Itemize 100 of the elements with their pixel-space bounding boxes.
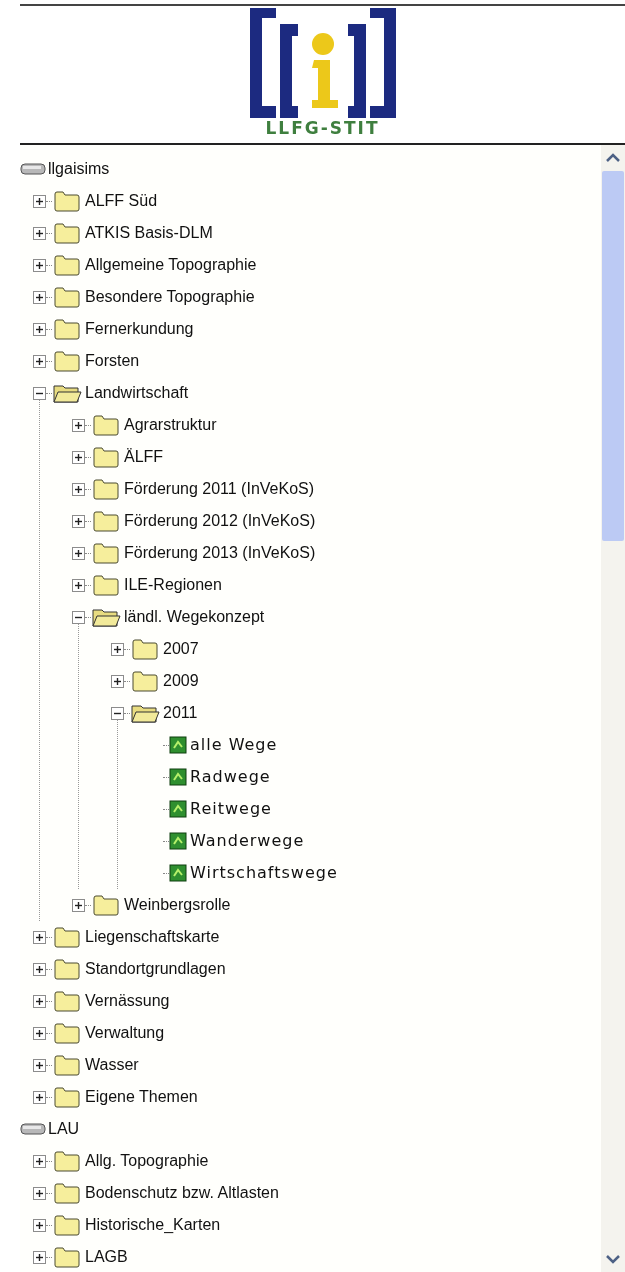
expand-icon[interactable] [33,1218,46,1232]
tree-item[interactable]: Historische_Karten [85,1215,221,1235]
tree-item[interactable]: Eigene Themen [85,1087,198,1107]
vertical-scrollbar[interactable] [601,145,625,1272]
tree-item[interactable]: Liegenschaftskarte [85,927,220,947]
folder-icon [91,478,121,500]
expand-icon[interactable] [72,898,85,912]
folder-icon [91,574,121,596]
scroll-down-icon[interactable] [603,1252,623,1266]
layer-icon [169,768,187,786]
layer-icon [169,736,187,754]
tree-item[interactable]: Agrarstruktur [124,415,217,435]
layer-icon [169,864,187,882]
folder-icon [52,190,82,212]
tree-item[interactable]: ALFF Süd [85,191,158,211]
folder-icon [91,414,121,436]
tree-item[interactable]: Verwaltung [85,1023,165,1043]
expand-icon[interactable] [33,1090,46,1104]
tree-item[interactable]: 2007 [163,639,199,659]
tree-item[interactable]: Förderung 2011 (InVeKoS) [124,479,315,499]
drive-icon [20,1122,46,1136]
expand-icon[interactable] [33,994,46,1008]
folder-icon [52,1086,82,1108]
folder-icon [52,1022,82,1044]
folder-icon [130,670,160,692]
tree-item[interactable]: Wasser [85,1055,139,1075]
folder-icon [130,638,160,660]
drive-icon [20,162,46,176]
logo-icon [247,8,398,118]
folder-icon [52,318,82,340]
expand-icon[interactable] [33,1154,46,1168]
collapse-icon[interactable] [72,610,85,624]
logo-caption: LLFG-STIT [265,118,380,138]
tree-item[interactable]: Standortgrundlagen [85,959,226,979]
folder-icon [52,1182,82,1204]
tree-item[interactable]: Fernerkundung [85,319,194,339]
tree-item[interactable]: Allg. Topographie [85,1151,209,1171]
tree-item[interactable]: LAGB [85,1247,128,1267]
folder-icon [52,286,82,308]
collapse-icon[interactable] [33,386,46,400]
tree-item[interactable]: Radwege [190,767,271,787]
expand-icon[interactable] [33,258,46,272]
folder-icon [91,446,121,468]
tree-item[interactable]: Allgemeine Topographie [85,255,257,275]
tree-item[interactable]: Wirtschaftswege [190,863,338,883]
scrollbar-thumb[interactable] [602,171,624,541]
tree-item[interactable]: Besondere Topographie [85,287,255,307]
open-folder-icon [52,382,82,404]
expand-icon[interactable] [111,674,124,688]
tree-item[interactable]: Reitwege [190,799,272,819]
layer-icon [169,832,187,850]
expand-icon[interactable] [72,514,85,528]
expand-icon[interactable] [111,642,124,656]
layer-icon [169,800,187,818]
tree-item[interactable]: ILE-Regionen [124,575,222,595]
expand-icon[interactable] [33,194,46,208]
expand-icon[interactable] [33,290,46,304]
open-folder-icon [91,606,121,628]
tree-item[interactable]: Förderung 2012 (InVeKoS) [124,511,316,531]
expand-icon[interactable] [33,1250,46,1264]
expand-icon[interactable] [33,322,46,336]
tree-item[interactable]: Vernässung [85,991,170,1011]
tree-item[interactable]: Wanderwege [190,831,305,851]
tree-item[interactable]: llgaisims [48,159,110,179]
tree-item[interactable]: 2009 [163,671,199,691]
expand-icon[interactable] [33,930,46,944]
folder-icon [52,254,82,276]
expand-icon[interactable] [72,482,85,496]
expand-icon[interactable] [33,226,46,240]
tree-item[interactable]: LAU [48,1119,80,1139]
folder-icon [52,1214,82,1236]
tree-item[interactable]: ländl. Wegekonzept [124,607,265,627]
expand-icon[interactable] [72,546,85,560]
expand-icon[interactable] [72,578,85,592]
tree-item[interactable]: Bodenschutz bzw. Altlasten [85,1183,279,1203]
folder-icon [91,510,121,532]
tree-item[interactable]: Förderung 2013 (InVeKoS) [124,543,316,563]
expand-icon[interactable] [72,418,85,432]
expand-icon[interactable] [33,354,46,368]
tree-item[interactable]: Weinbergsrolle [124,895,231,915]
tree-item[interactable]: alle Wege [190,735,278,755]
tree-item[interactable]: Forsten [85,351,140,371]
expand-icon[interactable] [33,1026,46,1040]
folder-icon [52,990,82,1012]
expand-icon[interactable] [72,450,85,464]
tree-item[interactable]: ATKIS Basis-DLM [85,223,213,243]
collapse-icon[interactable] [111,706,124,720]
folder-icon [52,958,82,980]
folder-icon [52,1150,82,1172]
expand-icon[interactable] [33,1058,46,1072]
folder-icon [91,894,121,916]
tree-item[interactable]: Landwirtschaft [85,383,189,403]
tree-item[interactable]: 2011 [163,703,198,723]
open-folder-icon [130,702,160,724]
expand-icon[interactable] [33,962,46,976]
folder-icon [52,1246,82,1268]
folder-icon [52,222,82,244]
expand-icon[interactable] [33,1186,46,1200]
tree-item[interactable]: ÄLFF [124,447,164,467]
folder-icon [52,350,82,372]
